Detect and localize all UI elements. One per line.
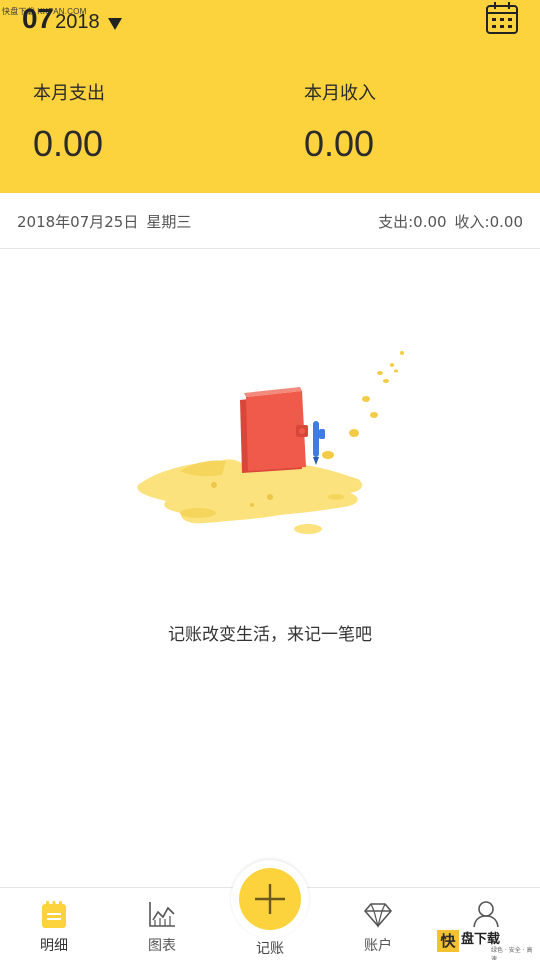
logo-mark: 快 [437, 930, 459, 952]
expense-label: 本月支出 [33, 83, 105, 104]
add-record-button[interactable] [239, 868, 301, 930]
month-picker[interactable]: 07 2018 [22, 2, 122, 36]
corner-logo: 快 盘下载 绿色 · 安全 · 高速 [437, 928, 533, 960]
tab-detail-label: 明细 [40, 938, 68, 954]
tab-account[interactable]: 账户 [338, 888, 418, 960]
app-screen: 快盘下载 KKPAN.COM 07 2018 本月支出 0.00 本月收入 0.… [0, 0, 540, 960]
tab-detail[interactable]: 明细 [14, 888, 94, 960]
person-icon [473, 901, 499, 928]
income-value: 0.00 [304, 123, 375, 164]
income-label: 本月收入 [304, 83, 376, 104]
tab-chart-label: 图表 [148, 938, 176, 954]
monthly-expense: 本月支出 0.00 [33, 80, 105, 166]
line-chart-icon [149, 902, 175, 927]
date-label: 2018年07月25日 [17, 213, 139, 231]
day-income: 收入:0.00 [454, 213, 523, 231]
empty-notebook-illustration [137, 351, 404, 534]
logo-subtitle: 绿色 · 安全 · 高速 [491, 947, 533, 960]
monthly-income: 本月收入 0.00 [304, 80, 376, 166]
calendar-icon[interactable] [485, 1, 519, 35]
expense-value: 0.00 [33, 123, 104, 164]
day-expense: 支出:0.00 [378, 213, 447, 231]
notebook-icon [42, 901, 66, 928]
caret-down-icon [107, 18, 122, 30]
day-summary-row: 2018年07月25日 星期三 支出:0.00 收入:0.00 [0, 193, 540, 249]
add-record-label: 记账 [256, 941, 284, 957]
weekday-label: 星期三 [146, 213, 192, 231]
tab-chart[interactable]: 图表 [122, 888, 202, 960]
tab-account-label: 账户 [364, 938, 392, 954]
plus-icon [255, 884, 285, 914]
header: 快盘下载 KKPAN.COM 07 2018 本月支出 0.00 本月收入 0.… [0, 0, 540, 193]
diamond-icon [364, 903, 392, 928]
add-record-fab-ring [231, 860, 309, 938]
month-value: 07 [22, 3, 54, 34]
year-value: 2018 [55, 11, 100, 33]
empty-state-message: 记账改变生活，来记一笔吧 [168, 625, 372, 645]
day-date: 2018年07月25日 星期三 [17, 211, 191, 232]
day-totals: 支出:0.00 收入:0.00 [378, 211, 523, 232]
